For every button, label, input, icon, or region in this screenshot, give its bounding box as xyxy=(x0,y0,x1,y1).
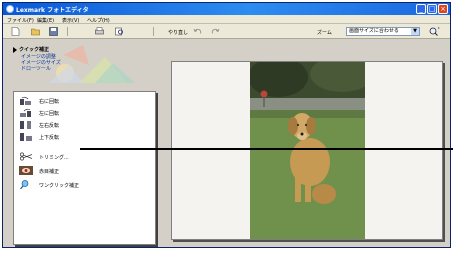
action-label: 右に回転 xyxy=(39,99,60,105)
zoom-select-value: 画面サイズに合わせる xyxy=(349,28,399,34)
zoom-magnifier-icon[interactable] xyxy=(429,27,440,36)
rotate-left-icon xyxy=(20,108,31,117)
toolbar-separator xyxy=(67,27,68,36)
action-red-eye[interactable]: 赤目補正 xyxy=(19,166,149,176)
rotate-right-icon xyxy=(20,96,31,105)
image-canvas[interactable] xyxy=(171,61,443,240)
preview-area xyxy=(168,39,450,247)
undo-icon[interactable] xyxy=(193,27,202,36)
action-label: 上下反転 xyxy=(39,135,60,141)
flip-horizontal-icon xyxy=(20,121,31,129)
flip-vertical-icon xyxy=(20,133,32,141)
quick-fix-header[interactable]: クイック補正 イメージの調整 イメージのサイズ ドローツール xyxy=(9,43,139,87)
menu-bar: ファイル(F) 編集(E) 表示(V) ヘルプ(H) xyxy=(3,15,450,24)
app-window: Lexmark フォトエディタ _ □ × ファイル(F) 編集(E) 表示(V… xyxy=(2,2,451,248)
toolbar: やり直し ズーム 画面サイズに合わせる ▼ xyxy=(3,24,450,39)
window-title: Lexmark フォトエディタ xyxy=(16,7,89,14)
left-pane: クイック補正 イメージの調整 イメージのサイズ ドローツール 右に回転 左に回転… xyxy=(3,39,168,247)
menu-view[interactable]: 表示(V) xyxy=(62,17,79,24)
zoom-label: ズーム xyxy=(317,30,332,36)
expand-arrow-icon[interactable] xyxy=(13,47,17,53)
toolbar-separator xyxy=(153,27,154,36)
close-button[interactable]: × xyxy=(438,4,448,14)
menu-help[interactable]: ヘルプ(H) xyxy=(87,17,110,24)
action-label: 左に回転 xyxy=(39,111,60,117)
action-label: 左右反転 xyxy=(39,123,60,129)
scissors-icon xyxy=(20,152,33,161)
menu-edit[interactable]: 編集(E) xyxy=(37,17,54,24)
redo-icon[interactable] xyxy=(211,27,220,36)
action-label: 赤目補正 xyxy=(39,169,60,175)
save-icon[interactable] xyxy=(49,27,58,36)
red-eye-icon xyxy=(19,166,33,175)
action-panel: 右に回転 左に回転 左右反転 上下反転 トリミング... 赤目補正 ワンクリック… xyxy=(13,91,156,245)
undo-label: やり直し xyxy=(168,30,189,36)
dog-photo[interactable] xyxy=(250,62,365,239)
new-file-icon[interactable] xyxy=(11,27,20,36)
action-flip-horizontal[interactable]: 左右反転 xyxy=(19,120,149,130)
magic-wand-icon xyxy=(20,180,29,189)
menu-file[interactable]: ファイル(F) xyxy=(7,17,34,24)
action-crop[interactable]: トリミング... xyxy=(19,152,149,162)
app-logo-icon xyxy=(6,5,14,13)
open-folder-icon[interactable] xyxy=(31,27,40,36)
action-label: トリミング... xyxy=(39,155,69,161)
chevron-down-icon[interactable]: ▼ xyxy=(411,28,419,35)
title-bar[interactable]: Lexmark フォトエディタ _ □ × xyxy=(3,3,450,15)
action-rotate-right[interactable]: 右に回転 xyxy=(19,96,149,106)
quick-fix-subitem[interactable]: ドローツール xyxy=(21,65,51,72)
action-flip-vertical[interactable]: 上下反転 xyxy=(19,132,149,142)
zoom-select[interactable]: 画面サイズに合わせる ▼ xyxy=(346,27,420,36)
action-one-click-fix[interactable]: ワンクリック補正 xyxy=(19,180,149,190)
quick-fix-title: クイック補正 xyxy=(19,47,50,53)
print-icon[interactable] xyxy=(95,27,104,36)
maximize-button[interactable]: □ xyxy=(427,4,437,14)
minimize-button[interactable]: _ xyxy=(416,4,426,14)
action-label: ワンクリック補正 xyxy=(39,183,80,189)
print-preview-icon[interactable] xyxy=(115,27,124,36)
action-rotate-left[interactable]: 左に回転 xyxy=(19,108,149,118)
callout-line xyxy=(80,148,453,150)
